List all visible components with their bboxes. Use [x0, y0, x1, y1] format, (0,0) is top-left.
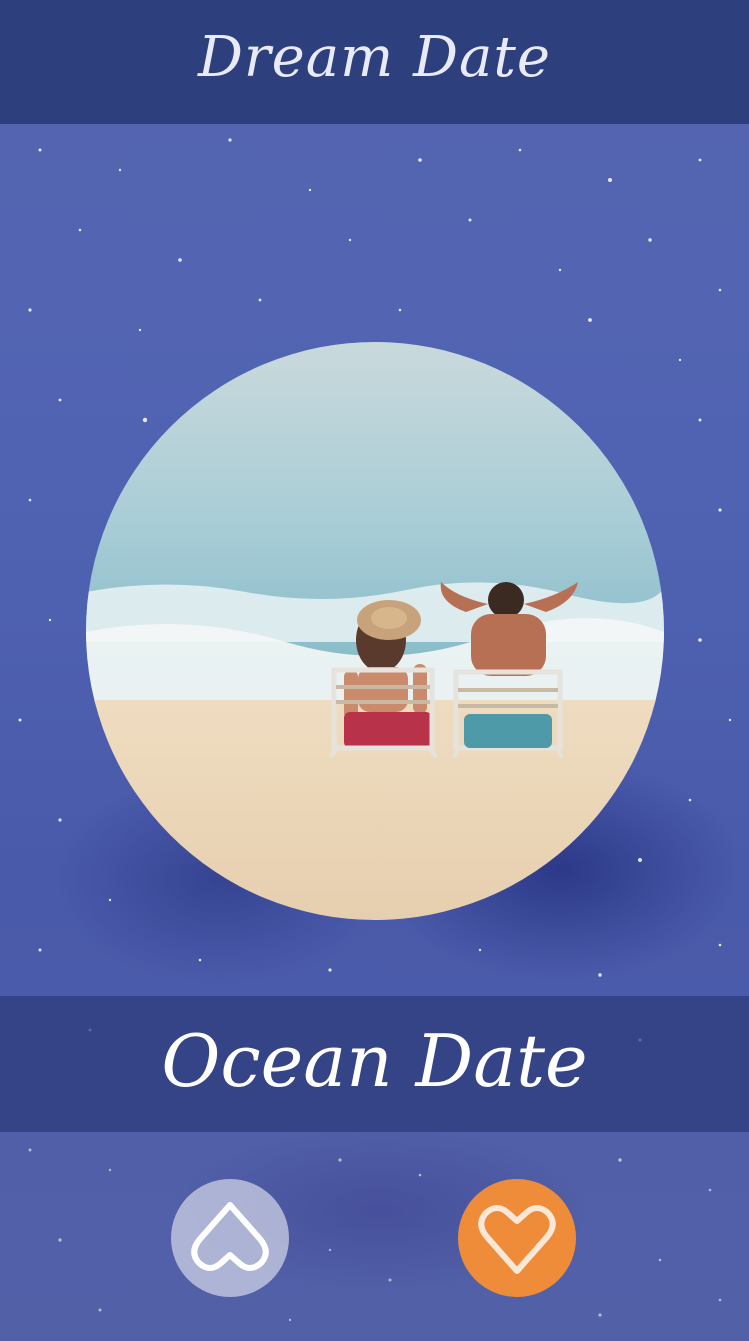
- date-photo[interactable]: [86, 342, 664, 920]
- heart-outline-inverted-icon: [191, 1202, 269, 1271]
- like-button[interactable]: [458, 1179, 576, 1297]
- header-bar: Dream Date: [0, 0, 749, 124]
- app-title: Dream Date: [197, 24, 552, 90]
- beach-couple-photo: [86, 342, 664, 920]
- date-title-band: Ocean Date: [0, 996, 749, 1132]
- date-title: Ocean Date: [161, 1019, 588, 1103]
- action-bar: [0, 1132, 749, 1341]
- skip-button[interactable]: [171, 1179, 289, 1297]
- heart-outline-icon: [478, 1205, 556, 1274]
